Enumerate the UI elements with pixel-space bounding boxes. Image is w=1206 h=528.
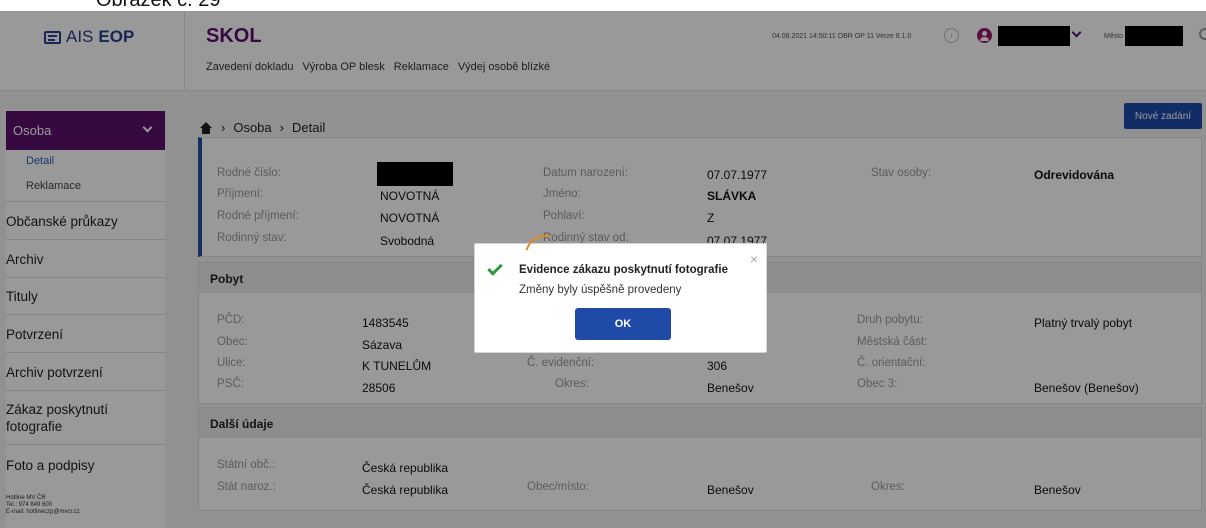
ok-button[interactable]: OK — [575, 308, 671, 340]
figure-caption: Obrázek č. 29 — [0, 0, 1206, 11]
close-icon[interactable]: × — [750, 251, 758, 267]
dialog-message: Změny byly úspěšně provedeny — [519, 284, 682, 296]
check-icon — [487, 260, 503, 276]
success-dialog: Evidence zákazu poskytnutí fotografie Zm… — [474, 243, 767, 353]
